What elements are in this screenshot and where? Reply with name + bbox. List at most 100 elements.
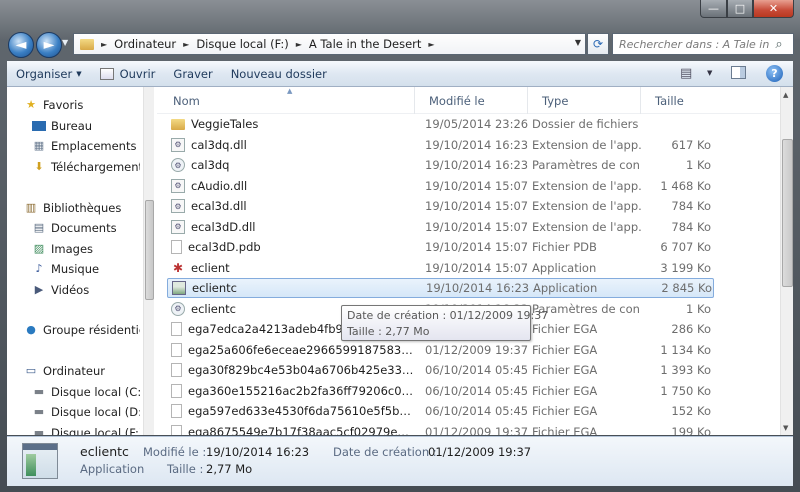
nav-desktop[interactable]: Bureau bbox=[32, 116, 92, 135]
folder-icon bbox=[80, 38, 94, 50]
file-row[interactable]: eclientc 19/10/2014 16:23 Application 2 845… bbox=[167, 278, 714, 298]
minimize-button[interactable]: — bbox=[700, 0, 727, 18]
desktop-icon bbox=[32, 120, 46, 131]
file-row[interactable]: ⚙ cal3dq 19/10/2014 16:23 Paramètres de con… bbox=[167, 155, 714, 175]
file-row[interactable]: ega30f829bc4e53b04a6706b425e339c47... 06/… bbox=[167, 360, 714, 380]
file-row[interactable]: ega25a606fe6eceae29665991875834836... 01/… bbox=[167, 340, 714, 360]
file-date: 19/10/2014 15:07 bbox=[425, 240, 529, 254]
breadcrumb-current-folder[interactable]: A Tale in the Desert bbox=[305, 37, 426, 51]
chevron-right-icon[interactable]: ► bbox=[293, 40, 305, 49]
file-row[interactable]: ⚙ ecal3dD.dll 19/10/2014 15:07 Extension de… bbox=[167, 217, 714, 237]
file-row[interactable]: ✱ eclient 19/10/2014 15:07 Application 3 199… bbox=[167, 258, 714, 278]
document-icon bbox=[171, 404, 182, 418]
file-type: Paramètres de con... bbox=[532, 158, 641, 172]
close-button[interactable]: ✕ bbox=[753, 0, 794, 18]
file-name: ega25a606fe6eceae29665991875834836... bbox=[188, 342, 415, 357]
column-header-date[interactable]: Modifié le bbox=[415, 87, 528, 114]
column-header-name[interactable]: Nom ▲ bbox=[157, 87, 415, 114]
organize-button[interactable]: Organiser ▼ bbox=[7, 63, 91, 85]
forward-button[interactable]: ► bbox=[36, 32, 62, 58]
column-header-size[interactable]: Taille bbox=[641, 87, 721, 114]
nav-libraries[interactable]: ▥ Bibliothèques bbox=[24, 198, 122, 217]
app-window-icon bbox=[172, 281, 186, 295]
file-row[interactable]: ecal3dD.pdb 19/10/2014 15:07 Fichier PDB 6 … bbox=[167, 237, 714, 257]
document-icon bbox=[171, 363, 182, 377]
details-modified-value: 19/10/2014 16:23 bbox=[206, 445, 310, 459]
new-folder-button[interactable]: Nouveau dossier bbox=[222, 63, 336, 85]
views-icon[interactable]: ▤ bbox=[680, 66, 692, 81]
file-name: ecal3dD.dll bbox=[191, 219, 256, 234]
file-name: cAudio.dll bbox=[191, 178, 248, 193]
file-name: ecal3d.dll bbox=[191, 199, 247, 213]
nav-music[interactable]: ♪ Musique bbox=[32, 259, 99, 278]
file-row[interactable]: ega360e155216ac2b2fa36ff79206c091e0... 06… bbox=[167, 381, 714, 401]
file-date: 19/10/2014 15:07 bbox=[425, 199, 529, 213]
nav-drive-d[interactable]: ▬ Disque local (D:) bbox=[32, 402, 140, 421]
open-button[interactable]: Ouvrir bbox=[91, 63, 165, 85]
help-icon[interactable]: ? bbox=[766, 65, 783, 82]
file-size: 1 750 Ko bbox=[660, 383, 711, 398]
preview-pane-icon[interactable] bbox=[731, 66, 746, 79]
nav-videos[interactable]: ▶ Vidéos bbox=[32, 280, 89, 299]
back-button[interactable]: ◄ bbox=[8, 32, 34, 58]
chevron-right-icon[interactable]: ► bbox=[180, 40, 192, 49]
file-type: Extension de l'app... bbox=[532, 137, 641, 152]
nav-downloads[interactable]: ⬇ Téléchargements bbox=[32, 157, 140, 176]
scroll-down-icon[interactable]: ▼ bbox=[783, 424, 788, 432]
address-bar[interactable]: ► Ordinateur ► Disque local (F:) ► A Tal… bbox=[73, 33, 586, 55]
config-icon: ⚙ bbox=[171, 158, 185, 172]
nav-recent-places[interactable]: ▦ Emplacements réc bbox=[32, 136, 140, 155]
tooltip-created: Date de création : 01/12/2009 19:37 bbox=[347, 309, 549, 322]
file-size: 1 134 Ko bbox=[660, 342, 711, 357]
star-icon: ★ bbox=[26, 98, 36, 111]
nav-scrollbar-thumb[interactable] bbox=[145, 200, 154, 300]
file-row[interactable]: ⚙ cal3dq.dll 19/10/2014 16:23 Extension de … bbox=[167, 135, 714, 155]
document-icon bbox=[171, 424, 182, 435]
file-name-cell: ✱ eclient bbox=[167, 261, 415, 275]
address-dropdown-icon[interactable]: ▼ bbox=[575, 38, 581, 47]
burn-button[interactable]: Graver bbox=[164, 63, 221, 85]
nav-images[interactable]: ▨ Images bbox=[32, 239, 93, 258]
file-type: Fichier EGA bbox=[532, 342, 598, 357]
file-row[interactable]: VeggieTales 19/05/2014 23:26 Dossier de fi… bbox=[167, 114, 714, 134]
file-row[interactable]: ega8675549e7b17f38aac5cf02979ed27c... 01/… bbox=[167, 422, 714, 435]
nav-favorites[interactable]: ★ Favoris bbox=[24, 95, 83, 114]
maximize-button[interactable]: □ bbox=[727, 0, 753, 18]
search-box[interactable]: ⌕ bbox=[612, 33, 794, 55]
scroll-up-icon[interactable]: ▲ bbox=[783, 91, 788, 99]
breadcrumb-computer[interactable]: Ordinateur bbox=[110, 37, 180, 51]
file-date: 06/10/2014 05:45 bbox=[425, 363, 529, 377]
chevron-right-icon[interactable]: ► bbox=[98, 40, 110, 49]
file-type: Dossier de fichiers bbox=[532, 117, 639, 131]
views-dropdown-icon[interactable]: ▼ bbox=[707, 69, 712, 77]
nav-computer[interactable]: ▭ Ordinateur bbox=[24, 361, 105, 380]
nav-homegroup[interactable]: ● Groupe résidentiel bbox=[24, 320, 140, 339]
file-name: eclientc bbox=[192, 281, 237, 295]
chevron-right-icon[interactable]: ► bbox=[425, 40, 437, 49]
history-dropdown-icon[interactable]: ▼ bbox=[62, 38, 72, 52]
file-row[interactable]: ⚙ ecal3d.dll 19/10/2014 15:07 Extension de … bbox=[167, 196, 714, 216]
search-input[interactable] bbox=[613, 37, 769, 51]
open-label: Ouvrir bbox=[119, 66, 156, 81]
file-date: 01/12/2009 19:37 bbox=[425, 342, 529, 357]
refresh-button[interactable]: ⟳ bbox=[587, 33, 609, 55]
breadcrumb-drive-f[interactable]: Disque local (F:) bbox=[192, 37, 292, 51]
file-row[interactable]: ⚙ cAudio.dll 19/10/2014 15:07 Extension de … bbox=[167, 176, 714, 196]
nav-scrollbar[interactable] bbox=[143, 87, 154, 435]
file-date: 19/10/2014 15:07 bbox=[425, 178, 529, 193]
config-icon: ⚙ bbox=[171, 301, 185, 316]
file-list-scrollbar-thumb[interactable] bbox=[782, 139, 793, 287]
file-type: Application bbox=[533, 281, 598, 295]
file-name-cell: ⚙ cal3dq bbox=[167, 158, 415, 172]
file-row[interactable]: ega597ed633e4530f6da75610e5f5bc8ea... 06/… bbox=[167, 401, 714, 421]
nav-drive-f[interactable]: ▬ Disque local (F:) bbox=[32, 423, 140, 436]
column-header-type[interactable]: Type bbox=[528, 87, 641, 114]
nav-documents[interactable]: ▤ Documents bbox=[32, 218, 117, 237]
nav-drive-c[interactable]: ▬ Disque local (C:) bbox=[32, 382, 140, 401]
file-type: Fichier EGA bbox=[532, 363, 598, 377]
search-icon[interactable]: ⌕ bbox=[769, 37, 789, 52]
file-size: 2 845 Ko bbox=[661, 281, 712, 295]
details-created-label: Date de création : bbox=[333, 445, 437, 459]
tooltip-size: Taille : 2,77 Mo bbox=[347, 325, 430, 338]
file-list-scrollbar[interactable]: ▲ ▼ bbox=[780, 87, 793, 435]
